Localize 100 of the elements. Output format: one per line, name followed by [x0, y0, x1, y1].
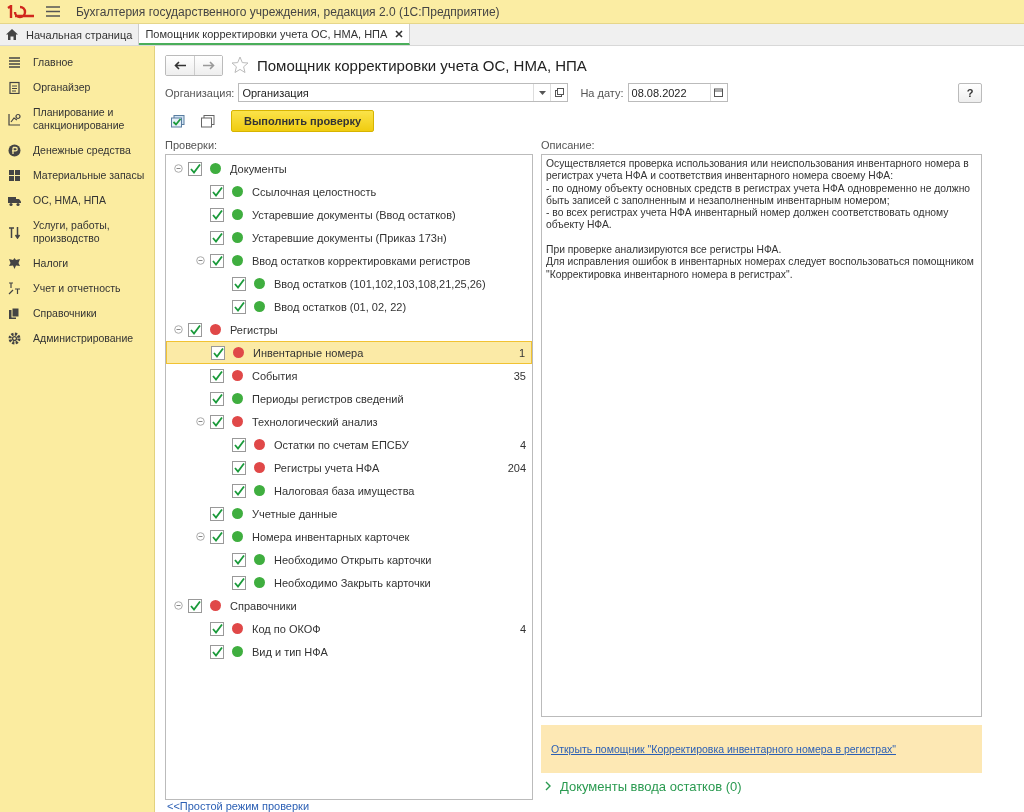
- sidebar-item[interactable]: Налоги: [0, 253, 154, 274]
- assistant-link[interactable]: Открыть помощник "Корректировка инвентарного номера в регистрах": [551, 743, 896, 755]
- check-label: Вид и тип НФА: [252, 645, 329, 658]
- check-label: Номера инвентарных карточек: [252, 530, 411, 543]
- star-icon[interactable]: [231, 56, 249, 74]
- checkbox[interactable]: [210, 207, 224, 222]
- tree-row[interactable]: Необходимо Закрыть карточки: [166, 571, 532, 594]
- tree-row[interactable]: События 35: [166, 364, 532, 387]
- checkbox[interactable]: [232, 575, 246, 590]
- error-count: 35: [513, 369, 527, 382]
- checkbox[interactable]: [188, 598, 202, 613]
- section-label: Описание:: [541, 139, 596, 153]
- check-all-icon[interactable]: [171, 114, 185, 128]
- help-button[interactable]: ?: [958, 82, 982, 103]
- checkbox[interactable]: [232, 552, 246, 567]
- checkbox[interactable]: [210, 230, 224, 245]
- home-icon: [6, 29, 18, 40]
- tree-row[interactable]: Ввод остатков (101,102,103,108,21,25,26): [166, 272, 532, 295]
- collapse-icon[interactable]: [196, 532, 205, 541]
- sidebar-item[interactable]: Услуги, работы, производство: [0, 215, 154, 249]
- tree-row[interactable]: Технологический анализ: [166, 410, 532, 433]
- close-icon[interactable]: [395, 29, 404, 38]
- tree-row[interactable]: Вид и тип НФА: [166, 640, 532, 663]
- check-label: Ссылочная целостность: [252, 185, 378, 198]
- sidebar-item[interactable]: Справочники: [0, 303, 154, 324]
- tree-row[interactable]: Остатки по счетам ЕПСБУ 4: [166, 433, 532, 456]
- check-label: Ввод остатков корректировками регистров: [252, 254, 472, 267]
- tree-row[interactable]: Документы: [166, 157, 532, 180]
- menu-icon: [8, 56, 21, 69]
- check-label: Ввод остатков (01, 02, 22): [274, 300, 408, 313]
- menu-icon[interactable]: [46, 6, 60, 17]
- checkbox[interactable]: [210, 414, 224, 429]
- tree-row[interactable]: Устаревшие документы (Ввод остатков): [166, 203, 532, 226]
- check-label: Необходимо Закрыть карточки: [274, 576, 432, 589]
- sidebar-item[interactable]: Материальные запасы: [0, 165, 154, 186]
- tree-row[interactable]: Учетные данные: [166, 502, 532, 525]
- checkbox[interactable]: [232, 437, 246, 452]
- left-arrow-icon: [174, 60, 186, 70]
- checkbox[interactable]: [210, 391, 224, 406]
- tree-row[interactable]: Устаревшие документы (Приказ 173н): [166, 226, 532, 249]
- checkbox[interactable]: [210, 644, 224, 659]
- checkbox[interactable]: [188, 322, 202, 337]
- date-field[interactable]: 08.08.2022: [627, 83, 728, 102]
- tree-row[interactable]: Ввод остатков (01, 02, 22): [166, 295, 532, 318]
- tree-row[interactable]: Регистры: [166, 318, 532, 341]
- simple-mode-link[interactable]: <<Простой режим проверки: [165, 800, 982, 812]
- check-label: Необходимо Открыть карточки: [274, 553, 433, 566]
- tree-row[interactable]: Ввод остатков корректировками регистров: [166, 249, 532, 272]
- collapse-icon[interactable]: [196, 256, 205, 265]
- checkbox[interactable]: [210, 253, 224, 268]
- checkbox[interactable]: [188, 161, 202, 176]
- back-button[interactable]: [166, 55, 194, 75]
- run-check-button[interactable]: Выполнить проверку: [231, 110, 375, 132]
- tree-row[interactable]: Необходимо Открыть карточки: [166, 548, 532, 571]
- right-arrow-icon: [202, 60, 215, 70]
- plan-icon: [8, 112, 21, 126]
- tree-row[interactable]: Периоды регистров сведений: [166, 387, 532, 410]
- tree-row[interactable]: Код по ОКОФ 4: [166, 617, 532, 640]
- chevron-icon: [545, 781, 552, 791]
- checkbox[interactable]: [211, 345, 225, 360]
- check-label: Устаревшие документы (Приказ 173н): [252, 231, 448, 244]
- collapse-icon[interactable]: [174, 325, 183, 334]
- collapse-icon[interactable]: [196, 417, 205, 426]
- checkbox[interactable]: [232, 460, 246, 475]
- sidebar-item[interactable]: Планирование и санкционирование: [0, 102, 154, 136]
- checkbox[interactable]: [210, 621, 224, 636]
- checkbox[interactable]: [210, 368, 224, 383]
- check-label: Технологический анализ: [252, 415, 379, 428]
- error-count: 4: [519, 622, 527, 635]
- checkbox[interactable]: [232, 483, 246, 498]
- books-icon: [8, 307, 21, 320]
- checkbox[interactable]: [232, 299, 246, 314]
- check-label: Справочники: [230, 599, 298, 612]
- section-label: Проверки:: [165, 139, 219, 153]
- sidebar-item[interactable]: Администрирование: [0, 328, 154, 349]
- balances-section-toggle[interactable]: Документы ввода остатков (0): [541, 773, 982, 799]
- sidebar-item[interactable]: Денежные средства: [0, 140, 154, 161]
- check-label: Код по ОКОФ: [252, 622, 322, 635]
- checkbox[interactable]: [210, 529, 224, 544]
- collapse-icon[interactable]: [174, 164, 183, 173]
- sidebar-item[interactable]: Органайзер: [0, 77, 154, 98]
- checkbox[interactable]: [232, 276, 246, 291]
- collapse-icon[interactable]: [174, 601, 183, 610]
- tree-row[interactable]: Регистры учета НФА 204: [166, 456, 532, 479]
- tree-row[interactable]: Справочники: [166, 594, 532, 617]
- checkbox[interactable]: [210, 506, 224, 521]
- tree-row[interactable]: Налоговая база имущества: [166, 479, 532, 502]
- tree-row[interactable]: Номера инвентарных карточек: [166, 525, 532, 548]
- check-label: Периоды регистров сведений: [252, 392, 405, 405]
- organization-field[interactable]: Организация: [238, 83, 569, 102]
- uncheck-all-icon[interactable]: [201, 114, 215, 128]
- tree-row[interactable]: Инвентарные номера 1: [166, 341, 532, 364]
- clipboard-icon: [8, 81, 21, 94]
- sidebar-item[interactable]: Главное: [0, 52, 154, 73]
- checkbox[interactable]: [210, 184, 224, 199]
- sidebar-item[interactable]: ОС, НМА, НПА: [0, 190, 154, 211]
- sidebar-item[interactable]: Учет и отчетность: [0, 278, 154, 299]
- check-label: Налоговая база имущества: [274, 484, 416, 497]
- tab[interactable]: Помощник корректировки учета ОС, НМА, НПА: [139, 24, 411, 45]
- tree-row[interactable]: Ссылочная целостность: [166, 180, 532, 203]
